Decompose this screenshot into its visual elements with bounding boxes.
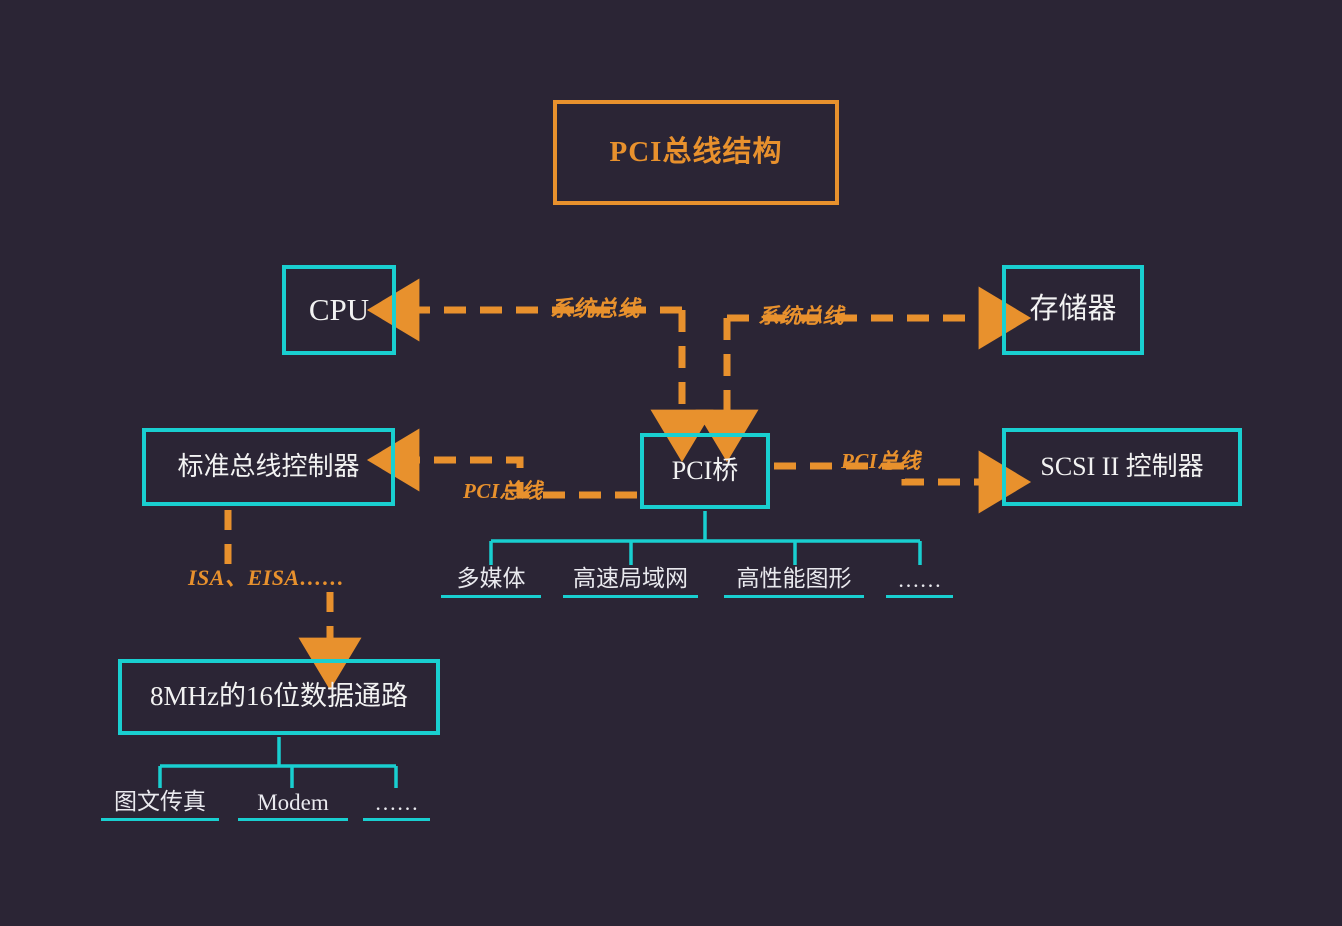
isa-device-fax[interactable]: 图文传真 <box>101 788 219 821</box>
node-standard-bus-controller[interactable]: 标准总线控制器 <box>142 428 395 506</box>
node-scsi-controller[interactable]: SCSI II 控制器 <box>1002 428 1242 506</box>
node-pci-bridge[interactable]: PCI桥 <box>640 433 770 509</box>
diagram-canvas: PCI总线结构 CPU 存储器 标准总线控制器 PCI桥 SCSI II 控制器… <box>0 0 1342 926</box>
wire-isa-device-tree <box>158 737 398 788</box>
wire-pci-device-tree <box>489 511 922 565</box>
pci-device-high-speed-lan[interactable]: 高速局域网 <box>563 565 698 598</box>
node-cpu[interactable]: CPU <box>282 265 396 355</box>
node-memory[interactable]: 存储器 <box>1002 265 1144 355</box>
wire-memory-systembus <box>695 286 1032 463</box>
isa-device-modem[interactable]: Modem <box>238 788 348 821</box>
wire-cpu-systembus <box>366 278 714 463</box>
node-data-path[interactable]: 8MHz的16位数据通路 <box>118 659 440 735</box>
diagram-title: PCI总线结构 <box>553 100 839 205</box>
label-isa-eisa: ISA、EISA…… <box>188 565 345 590</box>
label-system-bus-left: 系统总线 <box>550 296 641 321</box>
label-pci-bus-right: PCI总线 <box>841 449 921 473</box>
isa-device-ellipsis[interactable]: …… <box>363 788 430 821</box>
label-system-bus-right: 系统总线 <box>758 304 844 328</box>
pci-device-ellipsis[interactable]: …… <box>886 565 953 598</box>
pci-device-high-performance-graphics[interactable]: 高性能图形 <box>724 565 864 598</box>
label-pci-bus-left: PCI总线 <box>463 479 543 503</box>
pci-device-multimedia[interactable]: 多媒体 <box>441 565 541 598</box>
